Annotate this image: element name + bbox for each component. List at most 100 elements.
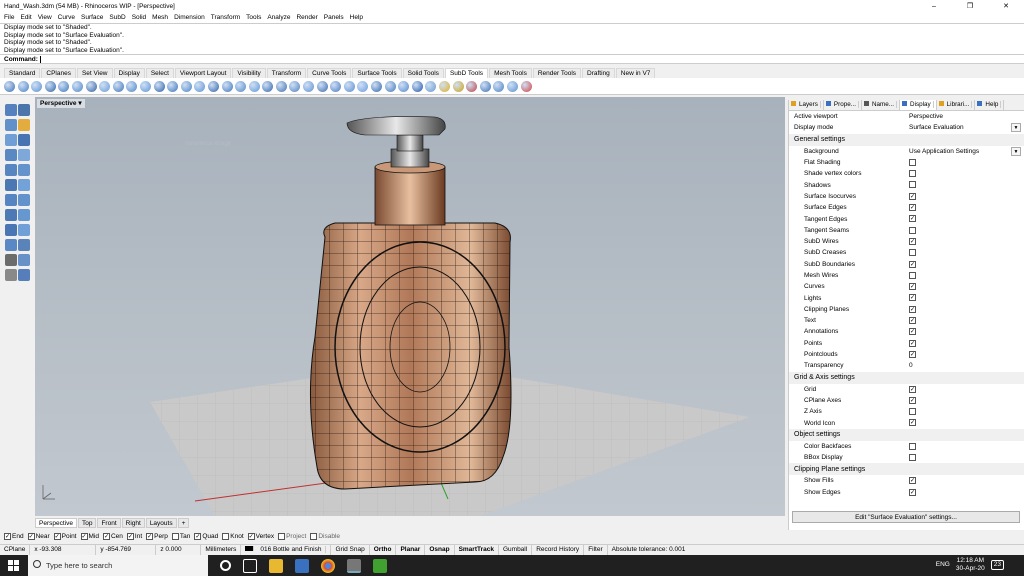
- panel-tab-librari[interactable]: Librari...: [937, 100, 976, 110]
- left-tool-icon[interactable]: [18, 119, 30, 131]
- chevron-down-icon[interactable]: ▼: [1011, 123, 1021, 133]
- menu-view[interactable]: View: [38, 14, 52, 21]
- panel-checkbox[interactable]: ✓: [909, 419, 916, 427]
- menu-help[interactable]: Help: [350, 14, 363, 21]
- left-tool-icon[interactable]: [5, 164, 17, 176]
- subd-tool-icon[interactable]: [262, 80, 274, 92]
- maximize-icon[interactable]: ❐: [952, 0, 988, 12]
- subd-tool-icon[interactable]: [425, 80, 437, 92]
- tab-visibility[interactable]: Visibility: [232, 67, 266, 78]
- chevron-down-icon[interactable]: ▾: [78, 100, 81, 107]
- subd-tool-icon[interactable]: [275, 80, 287, 92]
- panel-checkbox[interactable]: [909, 454, 916, 462]
- left-tool-icon[interactable]: [5, 194, 17, 206]
- viewport-tab-perspective[interactable]: Perspective: [35, 517, 77, 528]
- left-tool-icon[interactable]: [18, 179, 30, 191]
- left-tool-icon[interactable]: [18, 104, 30, 116]
- tab-solid-tools[interactable]: Solid Tools: [402, 67, 444, 78]
- panel-tab-name[interactable]: Name...: [862, 100, 901, 110]
- toggle-osnap[interactable]: Osnap: [425, 545, 455, 555]
- osnap-checkbox[interactable]: [278, 533, 286, 540]
- subd-tool-icon[interactable]: [384, 80, 396, 92]
- panel-checkbox[interactable]: ✓: [909, 215, 916, 223]
- left-tool-icon[interactable]: [5, 179, 17, 191]
- osnap-checkbox[interactable]: ✓: [247, 533, 255, 540]
- subd-tool-icon[interactable]: [330, 80, 342, 92]
- panel-checkbox[interactable]: [909, 158, 916, 166]
- chevron-down-icon[interactable]: ▼: [1011, 146, 1021, 156]
- subd-tool-icon[interactable]: [44, 80, 56, 92]
- osnap-tan[interactable]: Tan: [171, 533, 190, 540]
- subd-tool-icon[interactable]: [58, 80, 70, 92]
- panel-section-title[interactable]: Grid & Axis settings: [789, 371, 1024, 384]
- camtasia-icon[interactable]: [373, 558, 387, 573]
- osnap-checkbox[interactable]: ✓: [146, 533, 154, 540]
- subd-tool-icon[interactable]: [371, 80, 383, 92]
- subd-tool-icon[interactable]: [520, 80, 532, 92]
- osnap-checkbox[interactable]: ✓: [194, 533, 202, 540]
- panel-checkbox[interactable]: [909, 271, 916, 279]
- panel-section-title[interactable]: General settings: [789, 133, 1024, 146]
- viewport-tab-front[interactable]: Front: [97, 517, 121, 528]
- minimize-icon[interactable]: –: [916, 0, 952, 12]
- subd-tool-icon[interactable]: [126, 80, 138, 92]
- left-tool-icon[interactable]: [5, 239, 17, 251]
- panel-checkbox[interactable]: ✓: [909, 305, 916, 313]
- perspective-viewport[interactable]: Perspective ▾ Reference Image: [35, 97, 785, 516]
- subd-tool-icon[interactable]: [411, 80, 423, 92]
- osnap-near[interactable]: ✓ Near: [27, 533, 50, 540]
- subd-tool-icon[interactable]: [194, 80, 206, 92]
- menu-surface[interactable]: Surface: [81, 14, 103, 21]
- osnap-checkbox[interactable]: [171, 533, 179, 540]
- left-tool-icon[interactable]: [18, 254, 30, 266]
- subd-tool-icon[interactable]: [112, 80, 124, 92]
- toggle-gumball[interactable]: Gumball: [499, 545, 533, 555]
- osnap-checkbox[interactable]: [310, 533, 318, 540]
- subd-tool-icon[interactable]: [343, 80, 355, 92]
- tab-cplanes[interactable]: CPlanes: [41, 67, 76, 78]
- toggle-filter[interactable]: Filter: [584, 545, 608, 555]
- clock-time[interactable]: 12:18 AM: [956, 557, 985, 565]
- file-explorer-icon[interactable]: [269, 558, 283, 573]
- left-tool-icon[interactable]: [5, 149, 17, 161]
- cortana-icon[interactable]: [220, 560, 231, 571]
- left-tool-icon[interactable]: [5, 224, 17, 236]
- panel-checkbox[interactable]: [909, 170, 916, 178]
- osnap-perp[interactable]: ✓ Perp: [146, 533, 168, 540]
- tab-surface-tools[interactable]: Surface Tools: [352, 67, 402, 78]
- menu-curve[interactable]: Curve: [58, 14, 75, 21]
- tab-standard[interactable]: Standard: [4, 67, 41, 78]
- toggle-ortho[interactable]: Ortho: [370, 545, 397, 555]
- panel-checkbox[interactable]: ✓: [909, 350, 916, 358]
- panel-checkbox[interactable]: ✓: [909, 317, 916, 325]
- left-tool-icon[interactable]: [5, 104, 17, 116]
- left-tool-icon[interactable]: [18, 224, 30, 236]
- panel-row[interactable]: Display mode Surface Evaluation ▼: [789, 122, 1024, 133]
- left-tool-icon[interactable]: [5, 134, 17, 146]
- panel-row-value[interactable]: Perspective: [909, 113, 943, 120]
- panel-row-value[interactable]: Surface Evaluation: [909, 124, 964, 131]
- panel-row[interactable]: Background Use Application Settings ▼: [789, 146, 1024, 157]
- tab-new-in-v7[interactable]: New in V7: [615, 67, 656, 78]
- menu-analyze[interactable]: Analyze: [267, 14, 290, 21]
- subd-tool-icon[interactable]: [303, 80, 315, 92]
- subd-tool-icon[interactable]: [71, 80, 83, 92]
- subd-tool-icon[interactable]: [17, 80, 29, 92]
- tab-transform[interactable]: Transform: [266, 67, 307, 78]
- menu-mesh[interactable]: Mesh: [152, 14, 168, 21]
- close-icon[interactable]: ✕: [988, 0, 1024, 12]
- menu-subd[interactable]: SubD: [109, 14, 125, 21]
- panel-tab-layers[interactable]: Layers: [789, 100, 824, 110]
- left-tool-icon[interactable]: [18, 149, 30, 161]
- units[interactable]: Millimeters: [201, 545, 242, 555]
- subd-tool-icon[interactable]: [466, 80, 478, 92]
- panel-checkbox[interactable]: ✓: [909, 294, 916, 302]
- osnap-cen[interactable]: ✓ Cen: [102, 533, 123, 540]
- tab-select[interactable]: Select: [145, 67, 174, 78]
- left-tool-icon[interactable]: [18, 239, 30, 251]
- toggle-planar[interactable]: Planar: [396, 545, 426, 555]
- tab-curve-tools[interactable]: Curve Tools: [307, 67, 352, 78]
- menu-edit[interactable]: Edit: [20, 14, 31, 21]
- subd-tool-icon[interactable]: [316, 80, 328, 92]
- panel-checkbox[interactable]: ✓: [909, 396, 916, 404]
